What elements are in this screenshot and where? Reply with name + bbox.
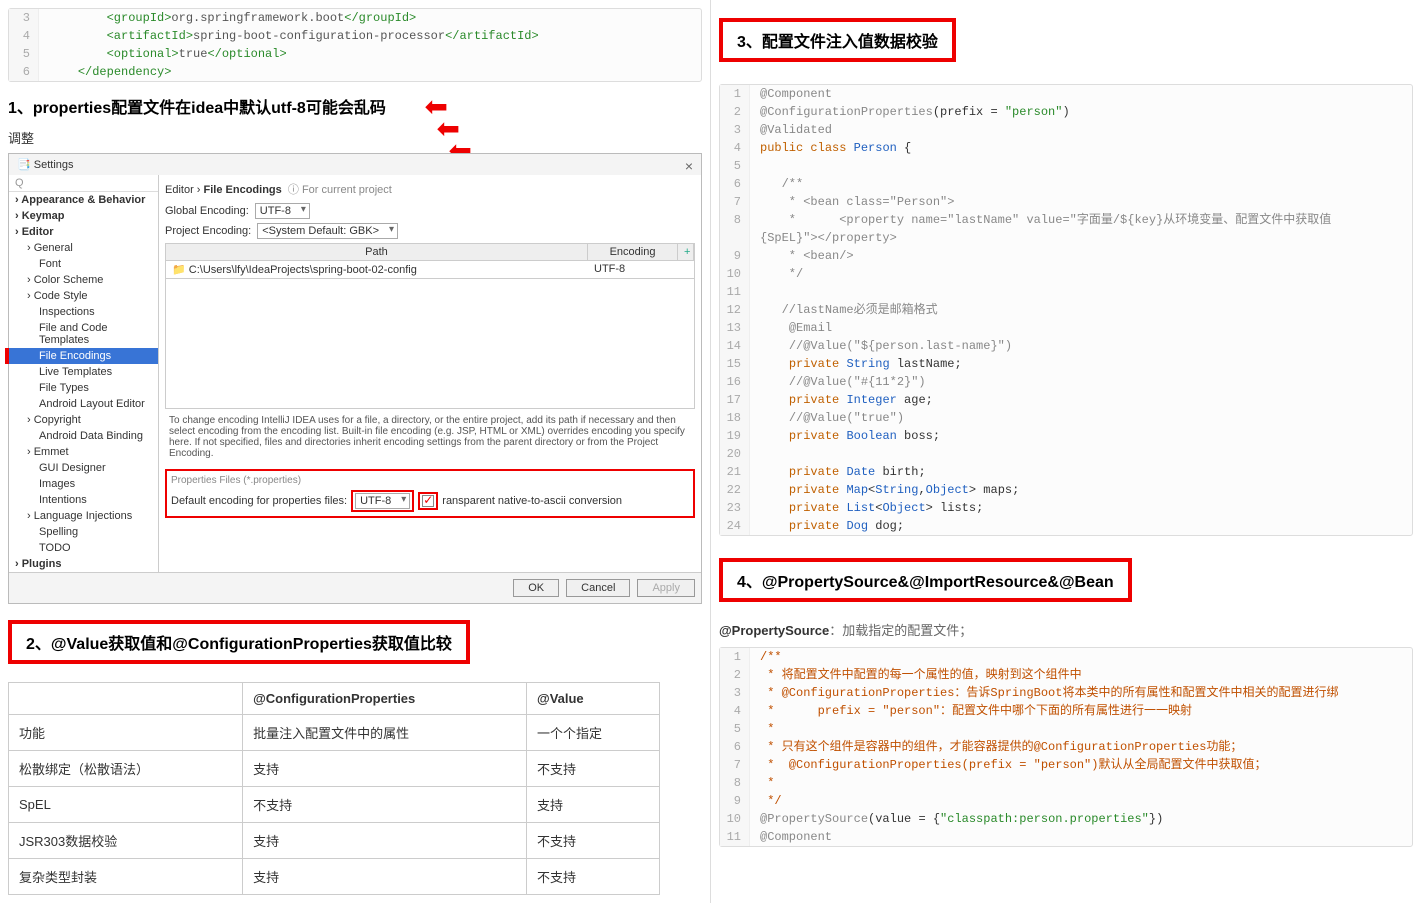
tree-item[interactable]: TODO [9,540,158,556]
ok-button[interactable]: OK [513,579,559,597]
tree-item[interactable]: › Editor [9,224,158,240]
tree-item[interactable]: Font [9,256,158,272]
settings-panel: Editor › File Encodings ⓘ For current pr… [159,175,701,572]
global-encoding-select[interactable]: UTF-8 [255,203,310,219]
transparent-ascii-label: ransparent native-to-ascii conversion [442,495,622,507]
tree-item[interactable]: File and Code Templates [9,320,158,348]
tree-item[interactable]: › Appearance & Behavior [9,192,158,208]
default-prop-encoding-label: Default encoding for properties files: [171,495,347,507]
tree-item[interactable]: Live Templates [9,364,158,380]
path-value[interactable]: 📁 C:\Users\lfy\IdeaProjects\spring-boot-… [166,261,588,278]
tree-item[interactable]: › Keymap [9,208,158,224]
project-encoding-label: Project Encoding: [165,225,251,237]
tree-item[interactable]: › Emmet [9,444,158,460]
tree-item[interactable]: Images [9,476,158,492]
tree-item[interactable]: › Copyright [9,412,158,428]
heading-2: 2、@Value获取值和@ConfigurationProperties获取值比… [8,620,470,664]
comparison-table: @ConfigurationProperties@Value功能批量注入配置文件… [8,682,660,895]
tree-item[interactable]: › Plugins [9,556,158,572]
encoding-header: Encoding [588,244,678,260]
tree-item[interactable]: › General [9,240,158,256]
settings-breadcrumb: Editor › File Encodings ⓘ For current pr… [165,181,695,197]
code-block-dependency: 3 <groupId>org.springframework.boot</gro… [8,8,702,82]
transparent-ascii-checkbox[interactable] [422,495,434,507]
tree-item[interactable]: › Code Style [9,288,158,304]
code-block-person: 1@Component2@ConfigurationProperties(pre… [719,84,1413,536]
encoding-value[interactable]: UTF-8 [588,261,678,278]
tree-item[interactable]: Intentions [9,492,158,508]
cancel-button[interactable]: Cancel [566,579,630,597]
tree-item[interactable]: File Types [9,380,158,396]
tree-item[interactable]: Android Layout Editor [9,396,158,412]
add-path-icon[interactable]: + [678,244,694,260]
properties-files-header: Properties Files (*.properties) [171,475,689,486]
global-encoding-label: Global Encoding: [165,205,249,217]
settings-search[interactable]: Q [9,175,158,192]
close-icon[interactable]: × [685,158,693,174]
tree-item[interactable]: GUI Designer [9,460,158,476]
code-block-propsource: 1/**2 * 将配置文件中配置的每一个属性的值，映射到这个组件中3 * @Co… [719,647,1413,847]
tree-item[interactable]: Inspections [9,304,158,320]
path-header: Path [166,244,588,260]
heading-4: 4、@PropertySource&@ImportResource&@Bean [719,558,1132,602]
settings-title: 📑 Settings [9,154,701,175]
tree-item[interactable]: Spelling [9,524,158,540]
apply-button[interactable]: Apply [637,579,695,597]
property-source-desc: @PropertySource：加载指定的配置文件； [719,620,1413,639]
settings-tree: Q › Appearance & Behavior› Keymap› Edito… [9,175,159,572]
settings-dialog: 📑 Settings × Q › Appearance & Behavior› … [8,153,702,604]
tree-item[interactable]: › Language Injections [9,508,158,524]
tree-item[interactable]: File Encodings [9,348,158,364]
heading-1: 1、properties配置文件在idea中默认utf-8可能会乱码 [8,94,702,118]
adjust-label: 调整 [8,128,702,147]
project-encoding-select[interactable]: <System Default: GBK> [257,223,398,239]
encoding-description: To change encoding IntelliJ IDEA uses fo… [165,409,695,465]
heading-3: 3、配置文件注入值数据校验 [719,18,956,62]
tree-item[interactable]: Android Data Binding [9,428,158,444]
tree-item[interactable]: › Color Scheme [9,272,158,288]
default-prop-encoding-select[interactable]: UTF-8 [355,493,410,509]
